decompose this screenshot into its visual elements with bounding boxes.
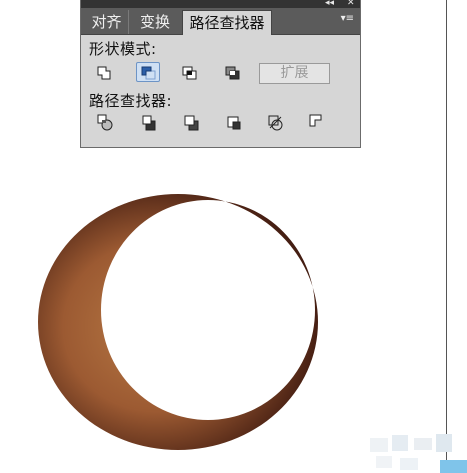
panel-title-bar[interactable]: ◂◂ ✕ xyxy=(81,0,360,8)
unite-button[interactable] xyxy=(94,64,116,82)
intersect-button[interactable] xyxy=(179,64,201,82)
panel-menu-icon[interactable]: ▾≡ xyxy=(341,13,354,24)
shape-modes-label: 形状模式: xyxy=(89,40,157,58)
merge-icon xyxy=(184,115,199,131)
pathfinder-panel: ◂◂ ✕ 对齐 变换 路径查找器 ▾≡ 形状模式: 扩展 路径查找器: xyxy=(80,0,361,148)
minus-front-button[interactable] xyxy=(136,62,160,82)
divide-button[interactable] xyxy=(96,113,116,133)
watermark xyxy=(370,432,467,473)
outline-button[interactable] xyxy=(266,113,286,133)
artboard-edge xyxy=(446,0,447,473)
crop-icon xyxy=(227,116,241,130)
crescent-artwork[interactable] xyxy=(36,192,322,450)
exclude-icon xyxy=(225,66,240,80)
panel-tabs: 对齐 变换 路径查找器 ▾≡ xyxy=(81,8,360,35)
crop-button[interactable] xyxy=(224,113,244,133)
expand-button[interactable]: 扩展 xyxy=(259,63,330,84)
merge-button[interactable] xyxy=(182,113,202,133)
crescent-shape xyxy=(38,194,318,450)
divide-icon xyxy=(97,114,113,131)
trim-icon xyxy=(142,115,156,131)
tab-align[interactable]: 对齐 xyxy=(85,10,129,34)
minus-back-icon xyxy=(309,114,322,127)
tab-pathfinder[interactable]: 路径查找器 xyxy=(182,10,272,35)
tab-transform[interactable]: 变换 xyxy=(131,10,179,34)
minus-back-button[interactable] xyxy=(307,112,327,132)
intersect-icon xyxy=(182,66,197,80)
exclude-button[interactable] xyxy=(222,64,244,82)
unite-icon xyxy=(97,66,111,80)
outline-icon xyxy=(268,115,283,131)
minus-front-icon xyxy=(141,66,156,80)
pathfinders-label: 路径查找器: xyxy=(89,92,173,110)
trim-button[interactable] xyxy=(140,113,160,133)
